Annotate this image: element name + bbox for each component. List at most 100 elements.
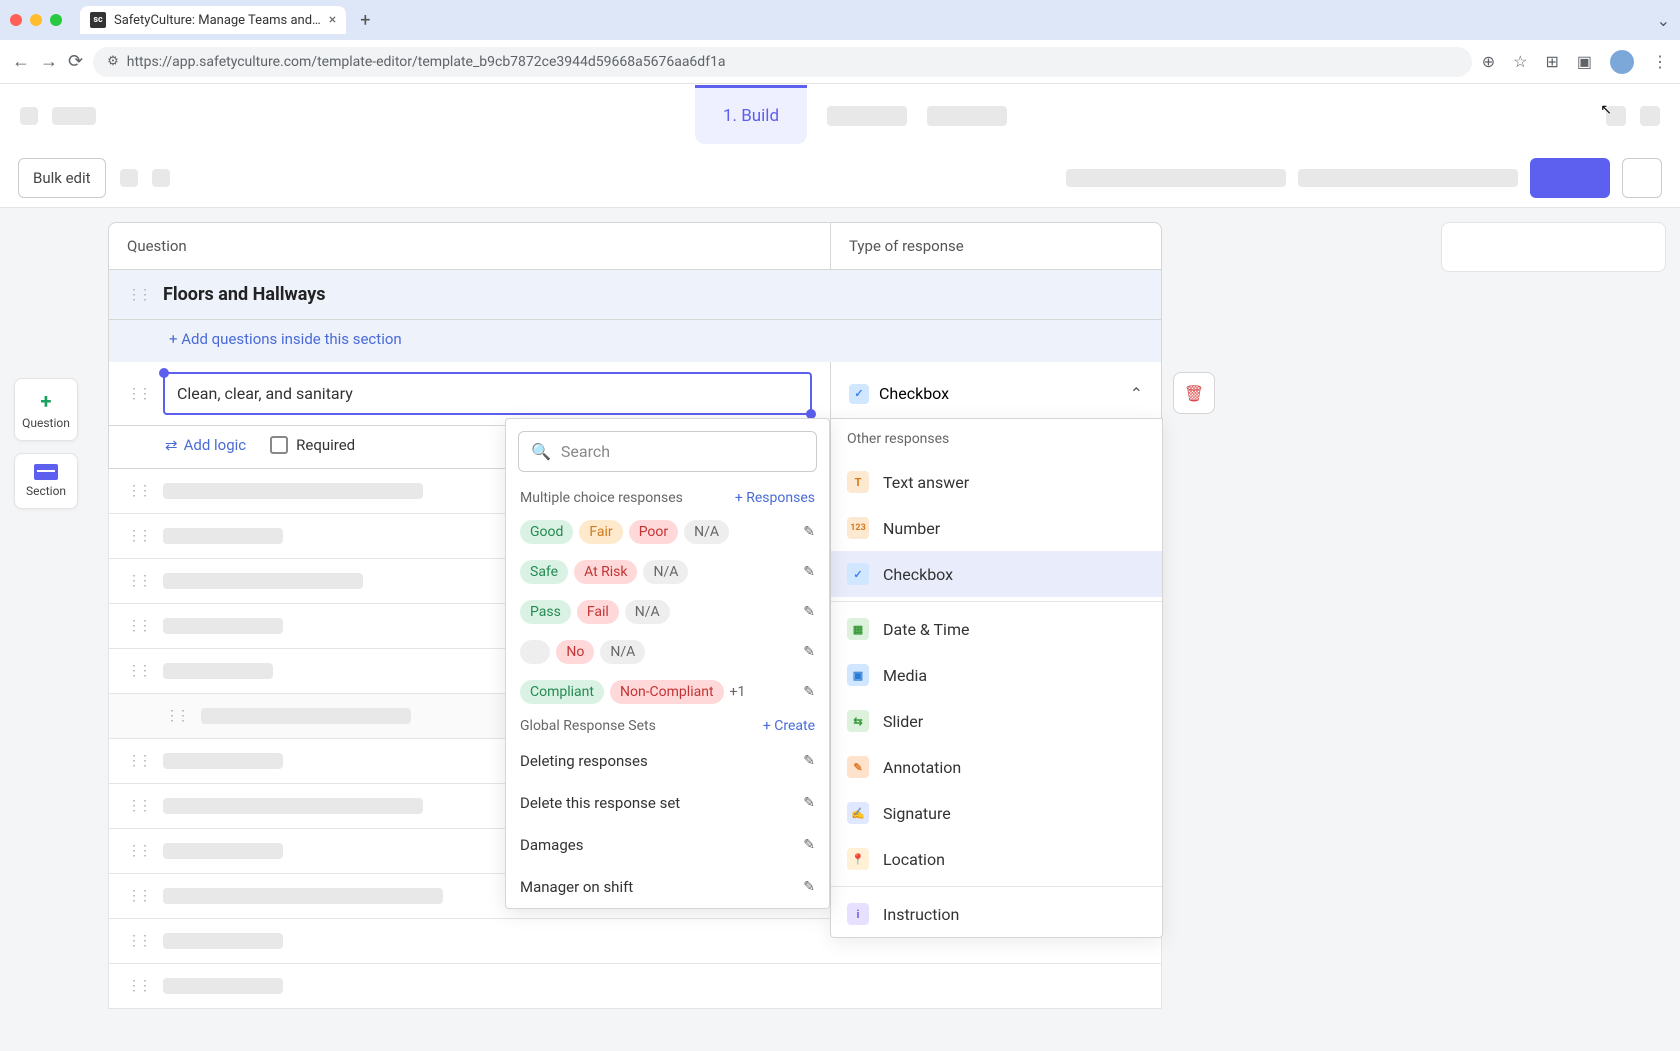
search-input[interactable]: 🔍 Search xyxy=(518,431,817,472)
grs-item[interactable]: Deleting responses✎ xyxy=(506,740,829,782)
divider xyxy=(831,886,1162,887)
drag-handle-icon[interactable]: ⋮⋮ xyxy=(127,573,149,589)
section-title[interactable]: Floors and Hallways xyxy=(163,284,326,305)
bulk-edit-button[interactable]: Bulk edit xyxy=(18,158,106,198)
response-pill: Compliant xyxy=(520,680,604,704)
edit-icon[interactable]: ✎ xyxy=(803,564,815,580)
response-type-label: Signature xyxy=(883,804,951,823)
response-type-label: Date & Time xyxy=(883,620,969,639)
edit-icon[interactable]: ✎ xyxy=(803,837,815,853)
required-toggle[interactable]: Required xyxy=(270,436,355,454)
question-row-placeholder: ⋮⋮ xyxy=(108,964,1162,1009)
response-type-slider[interactable]: ⇆Slider xyxy=(831,698,1162,744)
grs-item-label: Delete this response set xyxy=(520,794,680,812)
response-type-annotation[interactable]: ✎Annotation xyxy=(831,744,1162,790)
drag-handle-icon[interactable]: ⋮⋮ xyxy=(127,386,149,402)
add-responses-link[interactable]: + Responses xyxy=(735,490,815,506)
drag-handle-icon[interactable]: ⋮⋮ xyxy=(127,933,149,949)
mc-response-option[interactable]: SafeAt RiskN/A✎ xyxy=(506,552,829,592)
sidepanel-icon[interactable]: ▣ xyxy=(1577,52,1592,71)
response-type-signature[interactable]: ✍Signature xyxy=(831,790,1162,836)
edit-icon[interactable]: ✎ xyxy=(803,753,815,769)
edit-icon[interactable]: ✎ xyxy=(803,795,815,811)
new-tab-button[interactable]: + xyxy=(360,10,370,31)
maximize-window-icon[interactable] xyxy=(50,14,62,26)
drag-handle-icon[interactable]: ⋮⋮ xyxy=(127,978,149,994)
zoom-icon[interactable]: ⊕ xyxy=(1482,52,1495,71)
forward-button[interactable]: → xyxy=(40,51,58,72)
response-pill: Good xyxy=(520,520,573,544)
header-icon-placeholder xyxy=(1640,106,1660,126)
tab-build[interactable]: 1. Build xyxy=(695,85,807,144)
response-type-label: Checkbox xyxy=(879,384,949,403)
grs-label: Global Response Sets xyxy=(520,718,656,734)
toolbar-placeholder xyxy=(1066,169,1286,187)
tabs-dropdown-icon[interactable]: ⌄ xyxy=(1657,11,1670,30)
add-logic-button[interactable]: ⇄ Add logic xyxy=(165,436,246,454)
drag-handle-icon[interactable]: ⋮⋮ xyxy=(127,528,149,544)
response-type-instruction[interactable]: iInstruction xyxy=(831,891,1162,937)
close-tab-icon[interactable]: × xyxy=(329,12,336,28)
grs-item[interactable]: Delete this response set ✎ xyxy=(506,782,829,824)
drag-handle-icon[interactable]: ⋮⋮ xyxy=(127,287,149,303)
response-type-media[interactable]: ▣Media xyxy=(831,652,1162,698)
edit-icon[interactable]: ✎ xyxy=(803,524,815,540)
bookmark-icon[interactable]: ☆ xyxy=(1513,52,1527,71)
browser-tab[interactable]: sc SafetyCulture: Manage Teams and… × xyxy=(80,6,346,34)
create-grs-link[interactable]: + Create xyxy=(763,718,815,734)
profile-avatar[interactable] xyxy=(1610,50,1634,74)
response-type-text[interactable]: TText answer xyxy=(831,459,1162,505)
secondary-action-button[interactable] xyxy=(1622,158,1662,198)
response-pill: N/A xyxy=(625,600,670,624)
drag-handle-icon[interactable]: ⋮⋮ xyxy=(127,618,149,634)
response-type-checkbox[interactable]: ✓Checkbox xyxy=(831,551,1162,597)
drag-handle-icon[interactable]: ⋮⋮ xyxy=(127,663,149,679)
column-response: Type of response xyxy=(831,223,1161,269)
minimize-window-icon[interactable] xyxy=(30,14,42,26)
window-controls[interactable] xyxy=(10,14,62,26)
drag-handle-icon[interactable]: ⋮⋮ xyxy=(127,888,149,904)
response-type-number[interactable]: 123Number xyxy=(831,505,1162,551)
mc-response-option[interactable]: NoN/A✎ xyxy=(506,632,829,672)
response-type-label: Media xyxy=(883,666,927,685)
url-input[interactable]: ⚙ https://app.safetyculture.com/template… xyxy=(93,47,1472,77)
mc-response-option[interactable]: GoodFairPoorN/A✎ xyxy=(506,512,829,552)
response-type-label: Instruction xyxy=(883,905,959,924)
edit-icon[interactable]: ✎ xyxy=(803,684,815,700)
add-question-tool[interactable]: + Question xyxy=(14,378,78,441)
toolbar-placeholder xyxy=(120,169,138,187)
mc-response-option[interactable]: PassFailN/A✎ xyxy=(506,592,829,632)
response-type-location[interactable]: 📍 Location xyxy=(831,836,1162,882)
section-row[interactable]: ⋮⋮ Floors and Hallways xyxy=(108,270,1162,320)
grs-item[interactable]: Manager on shift✎ xyxy=(506,866,829,908)
edit-icon[interactable]: ✎ xyxy=(803,644,815,660)
delete-question-button[interactable]: 🗑 xyxy=(1173,372,1215,414)
site-settings-icon[interactable]: ⚙ xyxy=(107,54,119,69)
table-header: Question Type of response xyxy=(108,222,1162,270)
close-window-icon[interactable] xyxy=(10,14,22,26)
drag-handle-icon[interactable]: ⋮⋮ xyxy=(127,483,149,499)
text-placeholder xyxy=(163,798,423,814)
drag-handle-icon[interactable]: ⋮⋮ xyxy=(165,708,187,724)
response-type-label: Location xyxy=(883,850,945,869)
response-type-selector[interactable]: ✓ Checkbox ⌃ xyxy=(831,362,1161,425)
drag-handle-icon[interactable]: ⋮⋮ xyxy=(127,798,149,814)
drag-handle-icon[interactable]: ⋮⋮ xyxy=(127,843,149,859)
response-types-panel: Other responses TText answer123Number✓Ch… xyxy=(830,418,1163,938)
extensions-icon[interactable]: ⊞ xyxy=(1545,52,1558,71)
edit-icon[interactable]: ✎ xyxy=(803,879,815,895)
drag-handle-icon[interactable]: ⋮⋮ xyxy=(127,753,149,769)
location-icon: 📍 xyxy=(847,848,869,870)
primary-action-button[interactable] xyxy=(1530,158,1610,198)
add-questions-link[interactable]: + Add questions inside this section xyxy=(108,320,1162,362)
edit-icon[interactable]: ✎ xyxy=(803,604,815,620)
question-input[interactable]: Clean, clear, and sanitary xyxy=(163,372,812,415)
add-section-tool[interactable]: Section xyxy=(14,453,78,509)
chrome-menu-icon[interactable]: ⋮ xyxy=(1652,52,1668,71)
mc-response-option[interactable]: CompliantNon-Compliant+1✎ xyxy=(506,672,829,712)
slider-icon: ⇆ xyxy=(847,710,869,732)
grs-item[interactable]: Damages✎ xyxy=(506,824,829,866)
response-type-date[interactable]: ▦Date & Time xyxy=(831,606,1162,652)
reload-button[interactable]: ⟳ xyxy=(68,51,83,72)
back-button[interactable]: ← xyxy=(12,51,30,72)
